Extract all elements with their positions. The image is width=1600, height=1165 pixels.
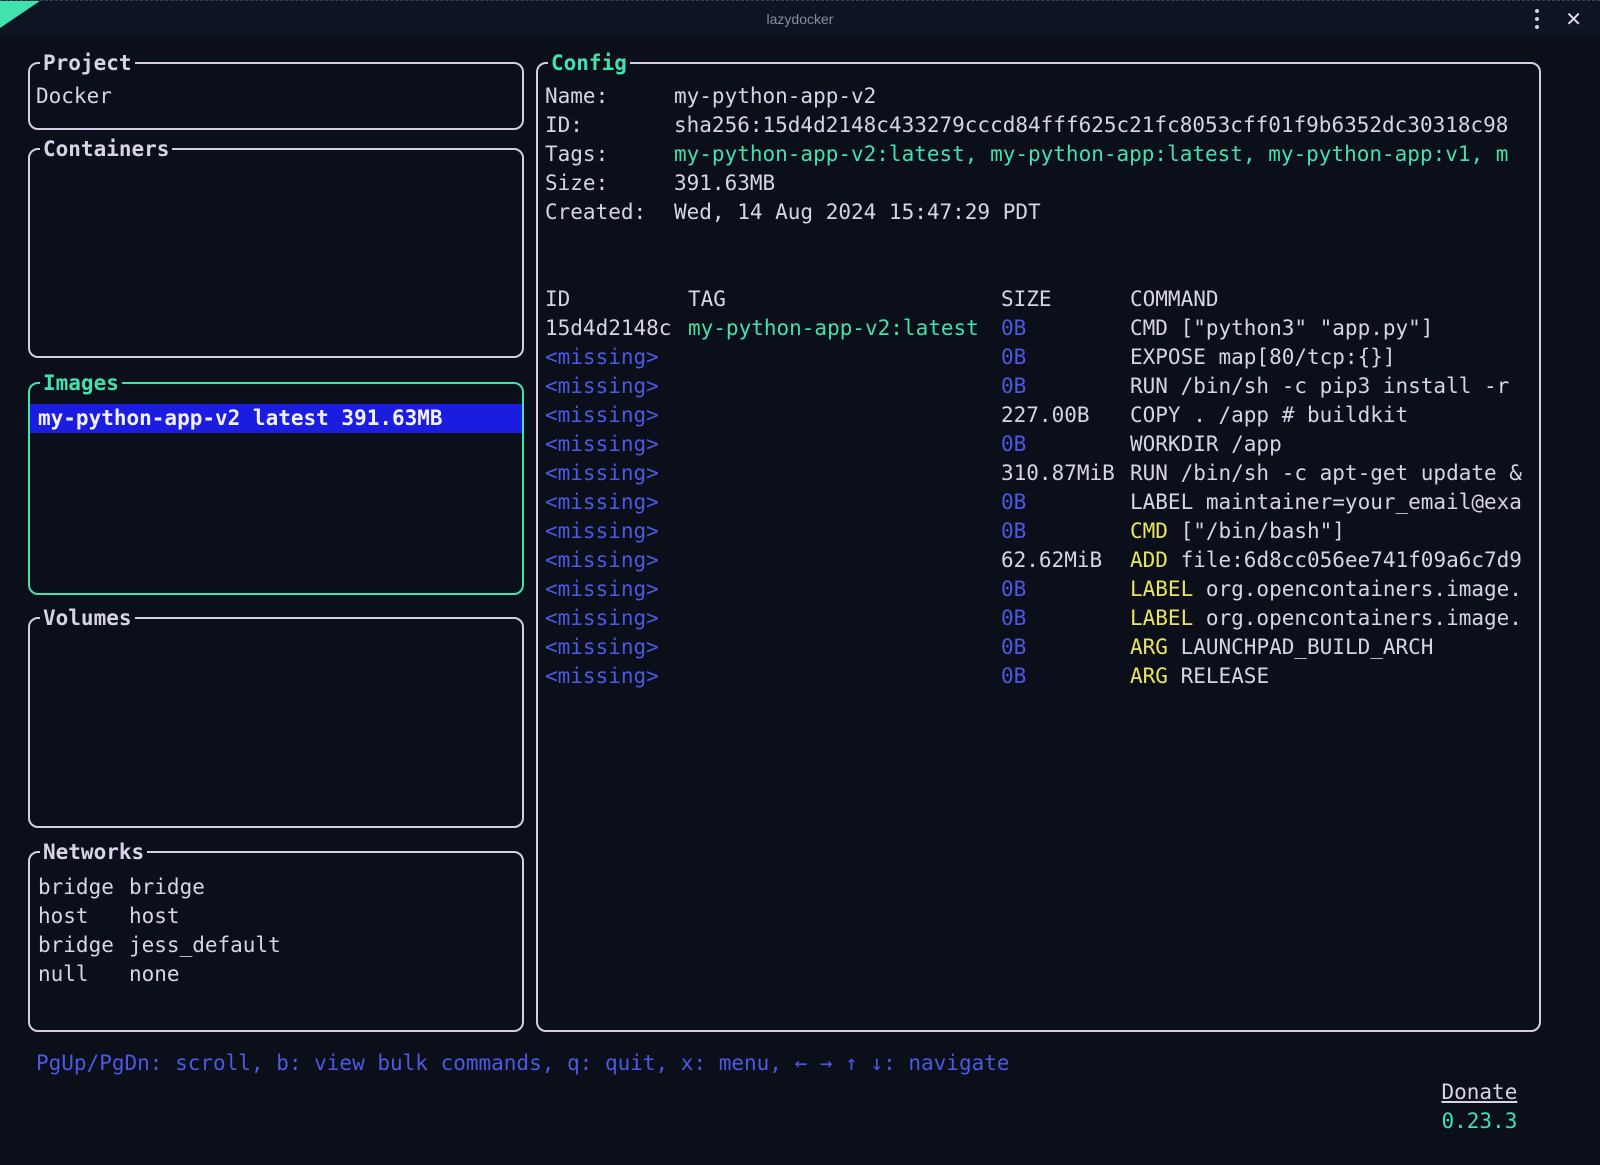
containers-panel-title: Containers: [40, 135, 172, 164]
networks-panel[interactable]: Networks bridgebridgehosthostbridgejess_…: [28, 851, 524, 1032]
config-panel[interactable]: Config Name:my-python-app-v2ID:sha256:15…: [536, 62, 1541, 1032]
layer-row[interactable]: <missing>227.00BCOPY . /app # buildkit: [545, 401, 1539, 430]
layer-row[interactable]: <missing>0BEXPOSE map[80/tcp:{}]: [545, 343, 1539, 372]
layer-row[interactable]: <missing>0BCMD ["/bin/bash"]: [545, 517, 1539, 546]
status-bar: PgUp/PgDn: scroll, b: view bulk commands…: [36, 1049, 1530, 1078]
config-panel-title: Config: [548, 49, 630, 78]
layer-row[interactable]: <missing>0BRUN /bin/sh -c pip3 install -…: [545, 372, 1539, 401]
layer-row[interactable]: <missing>0BLABEL org.opencontainers.imag…: [545, 575, 1539, 604]
layer-row[interactable]: <missing>0BARG LAUNCHPAD_BUILD_ARCH: [545, 633, 1539, 662]
close-icon[interactable]: ✕: [1565, 9, 1582, 29]
layers-table-header: IDTAGSIZECOMMAND: [545, 285, 1539, 314]
window-title: lazydocker: [0, 1, 1600, 37]
image-list-item-selected[interactable]: my-python-app-v2 latest 391.63MB: [30, 404, 522, 433]
networks-panel-title: Networks: [40, 838, 147, 867]
config-field: Name:my-python-app-v2: [545, 82, 1539, 111]
volumes-panel[interactable]: Volumes: [28, 617, 524, 828]
containers-panel[interactable]: Containers: [28, 148, 524, 358]
layer-row[interactable]: <missing>0BWORKDIR /app: [545, 430, 1539, 459]
layers-table: 15d4d2148cmy-python-app-v2:latest0BCMD […: [545, 314, 1539, 691]
layer-row[interactable]: 15d4d2148cmy-python-app-v2:latest0BCMD […: [545, 314, 1539, 343]
menu-dots-icon[interactable]: [1531, 5, 1543, 33]
images-panel-title: Images: [40, 369, 122, 398]
version-label: 0.23.3: [1441, 1109, 1517, 1133]
status-hints: PgUp/PgDn: scroll, b: view bulk commands…: [36, 1049, 1010, 1078]
layer-row[interactable]: <missing>0BARG RELEASE: [545, 662, 1539, 691]
network-row[interactable]: bridgejess_default: [38, 931, 516, 960]
layer-row[interactable]: <missing>62.62MiBADD file:6d8cc056ee741f…: [545, 546, 1539, 575]
layer-row[interactable]: <missing>0BLABEL maintainer=your_email@e…: [545, 488, 1539, 517]
config-field: Tags:my-python-app-v2:latest, my-python-…: [545, 140, 1539, 169]
network-row[interactable]: bridgebridge: [38, 873, 516, 902]
donate-link[interactable]: Donate: [1441, 1080, 1517, 1104]
project-name[interactable]: Docker: [36, 82, 516, 111]
layer-row[interactable]: <missing>0BLABEL org.opencontainers.imag…: [545, 604, 1539, 633]
layer-row[interactable]: <missing>310.87MiBRUN /bin/sh -c apt-get…: [545, 459, 1539, 488]
config-field: ID:sha256:15d4d2148c433279cccd84fff625c2…: [545, 111, 1539, 140]
volumes-panel-title: Volumes: [40, 604, 135, 633]
config-field: Created:Wed, 14 Aug 2024 15:47:29 PDT: [545, 198, 1539, 227]
project-panel[interactable]: Project Docker: [28, 62, 524, 130]
project-panel-title: Project: [40, 49, 135, 78]
titlebar: lazydocker ✕: [0, 0, 1600, 36]
config-field: Size:391.63MB: [545, 169, 1539, 198]
network-row[interactable]: hosthost: [38, 902, 516, 931]
network-row[interactable]: nullnone: [38, 960, 516, 989]
images-panel[interactable]: Images my-python-app-v2 latest 391.63MB: [28, 382, 524, 595]
config-fields: Name:my-python-app-v2ID:sha256:15d4d2148…: [545, 82, 1539, 227]
